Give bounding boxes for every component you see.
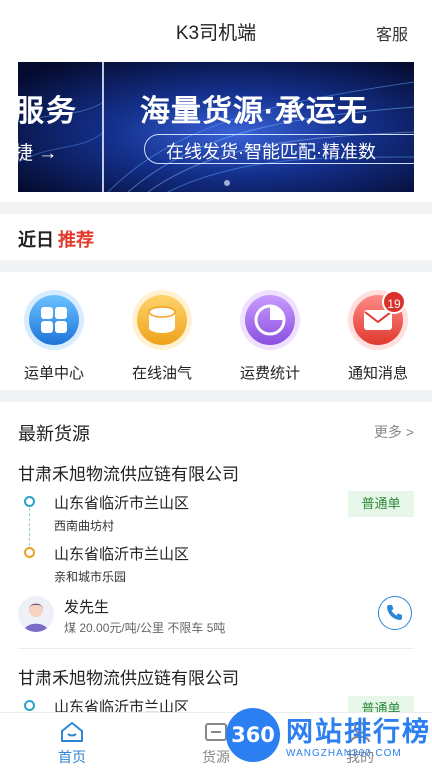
quick-item-freight-stats[interactable]: 运费统计 bbox=[216, 288, 324, 382]
quick-item-label: 运费统计 bbox=[239, 365, 300, 382]
sender-name: 发先生 bbox=[64, 599, 110, 616]
origin-dot-icon bbox=[24, 496, 35, 507]
user-avatar-icon bbox=[24, 603, 48, 632]
banner-divider bbox=[102, 62, 104, 192]
banner-headline: 海量货源·承运无 bbox=[140, 95, 368, 128]
watermark-url: WANGZHAN360.COM bbox=[286, 748, 402, 759]
recommend-title-part2: 推荐 bbox=[58, 230, 94, 250]
card-company-name[interactable]: 甘肃禾旭物流供应链有限公司 bbox=[18, 664, 239, 689]
banner-subline: 在线发货·智能匹配·精准数 bbox=[166, 142, 376, 162]
card-company-name[interactable]: 甘肃禾旭物流供应链有限公司 bbox=[18, 460, 239, 485]
pie-chart-icon bbox=[240, 290, 300, 350]
site-watermark: 360 网站排行榜 WANGZHAN360.COM bbox=[222, 700, 432, 768]
origin-detail: 西南曲坊村 bbox=[54, 519, 115, 533]
home-icon bbox=[61, 722, 83, 742]
call-button[interactable] bbox=[378, 596, 412, 630]
banner-section: 服务 捷 → 海量货源·承运无 在线发货·智能匹配·精准数 bbox=[0, 58, 432, 202]
destination-address: 山东省临沂市兰山区 bbox=[54, 546, 190, 563]
quick-item-notifications[interactable]: 通知消息 bbox=[324, 288, 432, 382]
origin-dot-icon bbox=[24, 700, 35, 711]
recommend-section[interactable]: 近日 推荐 bbox=[0, 214, 432, 260]
notification-count-badge: 19 bbox=[382, 290, 406, 314]
phone-icon bbox=[387, 605, 402, 620]
waybill-grid-icon bbox=[24, 290, 84, 350]
destination-dot-icon bbox=[24, 547, 35, 558]
banner-page-indicator bbox=[224, 180, 230, 186]
quick-item-waybill[interactable]: 运单中心 bbox=[0, 288, 108, 382]
route-line bbox=[29, 508, 30, 546]
cargo-info: 煤 20.00元/吨/公里 不限车 5吨 bbox=[64, 621, 226, 635]
banner-left-title: 服务 bbox=[18, 95, 78, 128]
oil-drum-icon bbox=[132, 290, 192, 350]
order-type-tag: 普通单 bbox=[348, 491, 414, 517]
section-title: 最新货源 bbox=[18, 424, 90, 444]
quick-item-label: 运单中心 bbox=[23, 365, 84, 382]
quick-item-oil[interactable]: 在线油气 bbox=[108, 288, 216, 382]
more-link[interactable]: 更多 > bbox=[374, 422, 414, 442]
banner-left-subtitle: 捷 → bbox=[18, 143, 58, 164]
page-title: K3司机端 bbox=[175, 23, 257, 44]
destination-detail: 亲和城市乐园 bbox=[54, 570, 127, 584]
origin-address: 山东省临沂市兰山区 bbox=[54, 495, 190, 512]
top-bar: K3司机端 客服 bbox=[0, 0, 432, 58]
quick-menu: 运单中心 在线油气 运费统计 通知消息 19 bbox=[0, 272, 432, 390]
tab-label: 首页 bbox=[58, 749, 86, 765]
quick-item-label: 在线油气 bbox=[131, 365, 192, 382]
quick-item-label: 通知消息 bbox=[347, 365, 408, 382]
sender-avatar bbox=[18, 596, 54, 632]
card-separator bbox=[18, 648, 414, 649]
tab-home[interactable]: 首页 bbox=[0, 713, 144, 768]
recommend-title-part1: 近日 bbox=[18, 230, 54, 250]
promo-banner[interactable]: 服务 捷 → 海量货源·承运无 在线发货·智能匹配·精准数 bbox=[18, 62, 414, 192]
watermark-logo: 360 bbox=[226, 708, 280, 762]
customer-service-link[interactable]: 客服 bbox=[376, 21, 408, 45]
watermark-title: 网站排行榜 bbox=[286, 717, 431, 747]
